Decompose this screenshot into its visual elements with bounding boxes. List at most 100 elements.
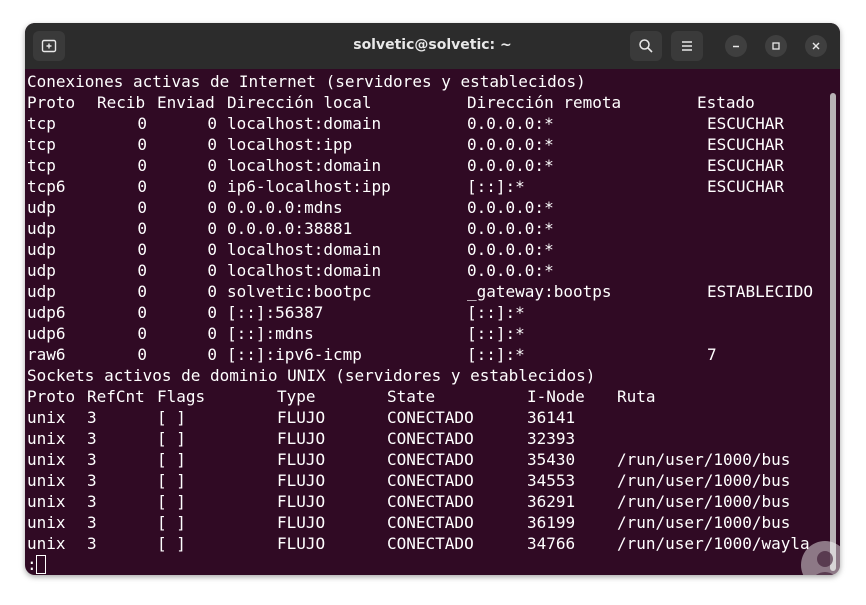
maximize-button[interactable] bbox=[765, 35, 787, 57]
cell-inode: 34766 bbox=[527, 534, 576, 553]
cell-local-address: localhost:ipp bbox=[227, 135, 353, 154]
cell-refcnt: 3 bbox=[87, 471, 97, 490]
scrollbar[interactable] bbox=[830, 93, 836, 571]
cell-state: 7 bbox=[707, 345, 717, 364]
search-icon bbox=[639, 39, 653, 53]
internet-section-header: Conexiones activas de Internet (servidor… bbox=[27, 72, 586, 91]
cell-enviad: 0 bbox=[207, 219, 217, 238]
internet-row: udp 0 0 0.0.0.0:mdns 0.0.0.0:* bbox=[27, 197, 827, 218]
text-cursor[interactable] bbox=[36, 555, 46, 574]
cell-proto: udp bbox=[27, 261, 56, 280]
cell-state: ESCUCHAR bbox=[707, 135, 785, 154]
cell-state: ESCUCHAR bbox=[707, 156, 785, 175]
unix-row: unix 3 [ ] FLUJO CONECTADO 36199/run/user/100… bbox=[27, 512, 827, 533]
cell-remote-address: 0.0.0.0:* bbox=[467, 156, 554, 175]
cell-local-address: localhost:domain bbox=[227, 114, 382, 133]
col-enviad: Enviad bbox=[157, 93, 215, 112]
cell-type: FLUJO bbox=[277, 429, 326, 448]
cell-inode: 32393 bbox=[527, 429, 576, 448]
internet-row: udp 0 0 0.0.0.0:38881 0.0.0.0:* bbox=[27, 218, 827, 239]
cell-proto: unix bbox=[27, 429, 66, 448]
maximize-icon bbox=[772, 42, 780, 50]
cell-recib: 0 bbox=[137, 135, 147, 154]
cell-enviad: 0 bbox=[207, 198, 217, 217]
cell-proto: unix bbox=[27, 471, 66, 490]
col-type: Type bbox=[277, 387, 316, 406]
col-local-address: Dirección local bbox=[227, 93, 372, 112]
cell-path: /run/user/1000/bus bbox=[617, 450, 791, 469]
unix-sockets-list: unix 3 [ ] FLUJO CONECTADO 36141 unix 3 [ ] FLUJO… bbox=[27, 407, 827, 554]
pager-prompt-line: : bbox=[27, 554, 827, 575]
cell-remote-address: 0.0.0.0:* bbox=[467, 219, 554, 238]
cell-refcnt: 3 bbox=[87, 534, 97, 553]
terminal-output[interactable]: Conexiones activas de Internet (servidor… bbox=[27, 71, 827, 575]
cell-enviad: 0 bbox=[207, 282, 217, 301]
unix-row: unix 3 [ ] FLUJO CONECTADO 36141 bbox=[27, 407, 827, 428]
cell-state: CONECTADO bbox=[387, 513, 474, 532]
cell-flags: [ ] bbox=[157, 429, 186, 448]
cell-proto: unix bbox=[27, 513, 66, 532]
unix-section-header: Sockets activos de dominio UNIX (servido… bbox=[27, 366, 596, 385]
cell-remote-address: 0.0.0.0:* bbox=[467, 261, 554, 280]
cell-recib: 0 bbox=[137, 198, 147, 217]
minimize-button[interactable] bbox=[725, 35, 747, 57]
col-proto: Proto bbox=[27, 93, 76, 112]
terminal-window: solvetic@solvetic: ~ Conexiones activas … bbox=[25, 23, 840, 575]
cell-proto: udp bbox=[27, 219, 56, 238]
cell-proto: tcp bbox=[27, 114, 56, 133]
unix-row: unix 3 [ ] FLUJO CONECTADO 34766/run/user/100… bbox=[27, 533, 827, 554]
cell-recib: 0 bbox=[137, 303, 147, 322]
cell-state: CONECTADO bbox=[387, 429, 474, 448]
cell-local-address: localhost:domain bbox=[227, 261, 382, 280]
col-state: Estado bbox=[697, 93, 755, 112]
cell-type: FLUJO bbox=[277, 408, 326, 427]
cell-remote-address: 0.0.0.0:* bbox=[467, 198, 554, 217]
search-button[interactable] bbox=[630, 31, 662, 61]
cell-remote-address: [::]:* bbox=[467, 303, 525, 322]
cell-enviad: 0 bbox=[207, 114, 217, 133]
cell-recib: 0 bbox=[137, 177, 147, 196]
cell-type: FLUJO bbox=[277, 450, 326, 469]
cell-path: /run/user/1000/wayla bbox=[617, 534, 810, 553]
cell-proto: udp6 bbox=[27, 303, 66, 322]
cell-recib: 0 bbox=[137, 261, 147, 280]
internet-row: udp6 0 0 [::]:mdns [::]:* bbox=[27, 323, 827, 344]
cell-remote-address: 0.0.0.0:* bbox=[467, 240, 554, 259]
cell-path: /run/user/1000/bus bbox=[617, 513, 791, 532]
cell-recib: 0 bbox=[137, 345, 147, 364]
cell-local-address: localhost:domain bbox=[227, 156, 382, 175]
cell-recib: 0 bbox=[137, 324, 147, 343]
menu-button[interactable] bbox=[671, 31, 703, 61]
cell-proto: unix bbox=[27, 450, 66, 469]
cell-local-address: 0.0.0.0:38881 bbox=[227, 219, 353, 238]
cell-state: ESCUCHAR bbox=[707, 177, 785, 196]
cell-flags: [ ] bbox=[157, 471, 186, 490]
cell-proto: raw6 bbox=[27, 345, 66, 364]
col-recib: Recib bbox=[97, 93, 146, 112]
cell-state: ESTABLECIDO bbox=[707, 282, 813, 301]
cell-recib: 0 bbox=[137, 219, 147, 238]
cell-inode: 36199 bbox=[527, 513, 576, 532]
close-button[interactable] bbox=[805, 35, 827, 57]
internet-row: tcp 0 0 localhost:domain 0.0.0.0:* ESCUCHAR bbox=[27, 113, 827, 134]
cell-local-address: solvetic:bootpc bbox=[227, 282, 372, 301]
cell-type: FLUJO bbox=[277, 492, 326, 511]
cell-remote-address: [::]:* bbox=[467, 177, 525, 196]
cell-enviad: 0 bbox=[207, 261, 217, 280]
cell-enviad: 0 bbox=[207, 345, 217, 364]
cell-flags: [ ] bbox=[157, 534, 186, 553]
cell-recib: 0 bbox=[137, 240, 147, 259]
cell-path: /run/user/1000/bus bbox=[617, 492, 791, 511]
col-remote-address: Dirección remota bbox=[467, 93, 622, 112]
cell-proto: udp bbox=[27, 282, 56, 301]
col-inode: I-Node bbox=[527, 387, 585, 406]
cell-recib: 0 bbox=[137, 156, 147, 175]
title-bar: solvetic@solvetic: ~ bbox=[25, 23, 840, 69]
cell-inode: 36141 bbox=[527, 408, 576, 427]
cell-proto: unix bbox=[27, 408, 66, 427]
cell-proto: tcp bbox=[27, 135, 56, 154]
cell-flags: [ ] bbox=[157, 513, 186, 532]
cell-flags: [ ] bbox=[157, 450, 186, 469]
internet-row: udp6 0 0 [::]:56387 [::]:* bbox=[27, 302, 827, 323]
cell-local-address: ip6-localhost:ipp bbox=[227, 177, 391, 196]
